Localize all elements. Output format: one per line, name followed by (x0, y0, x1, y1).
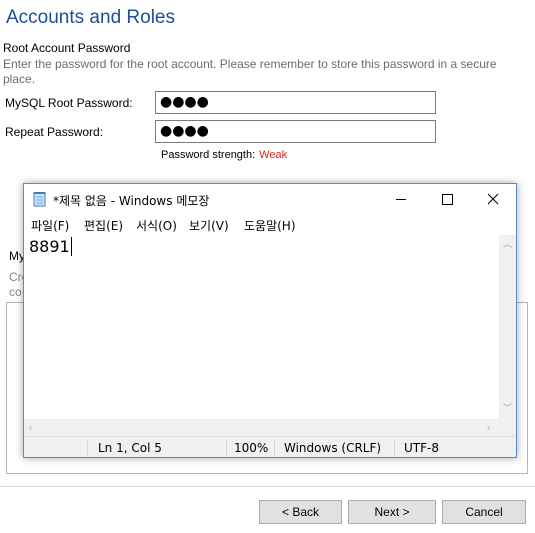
notepad-window: *제목 없음 - Windows 메모장 파일(F) 편집(E) 서식(O) 보… (23, 183, 517, 458)
menu-format[interactable]: 서식(O) (136, 217, 177, 234)
minimize-icon (396, 199, 406, 200)
repeat-password-field[interactable]: ●●●● (155, 120, 436, 143)
password-strength-value: Weak (259, 149, 288, 161)
scroll-left-icon[interactable]: ‹ (29, 423, 32, 432)
maximize-button[interactable] (424, 184, 470, 214)
menu-help[interactable]: 도움말(H) (244, 217, 296, 234)
password-strength: Password strength: Weak (161, 149, 287, 161)
notepad-titlebar[interactable]: *제목 없음 - Windows 메모장 (24, 184, 516, 214)
menu-view[interactable]: 보기(V) (189, 217, 229, 234)
maximize-icon (442, 194, 453, 205)
status-separator (87, 440, 88, 456)
menu-edit[interactable]: 편집(E) (84, 217, 123, 234)
status-separator (274, 440, 275, 456)
obscured-text-2: co (9, 285, 22, 299)
horizontal-scrollbar[interactable]: ‹ › (24, 419, 499, 436)
cancel-button[interactable]: Cancel (442, 500, 526, 524)
next-button[interactable]: Next > (348, 500, 436, 524)
status-position: Ln 1, Col 5 (98, 441, 162, 455)
notepad-title: *제목 없음 - Windows 메모장 (53, 194, 210, 208)
status-encoding: UTF-8 (404, 441, 439, 455)
scrollbar-corner (499, 419, 516, 436)
text-caret (70, 237, 72, 256)
password-strength-label: Password strength: (161, 149, 256, 161)
section-description: Enter the password for the root account.… (3, 57, 497, 86)
notepad-menubar: 파일(F) 편집(E) 서식(O) 보기(V) 도움말(H) (24, 214, 516, 235)
status-separator (226, 440, 227, 456)
scroll-down-icon[interactable]: ﹀ (503, 404, 512, 413)
repeat-password-label: Repeat Password: (5, 125, 104, 139)
section-heading: Root Account Password (3, 41, 131, 55)
vertical-scrollbar[interactable]: ︿ ﹀ (499, 235, 516, 419)
text-content-wrapper: 8891 (29, 237, 72, 256)
notepad-text-area[interactable]: 8891 (24, 235, 499, 419)
status-zoom: 100% (234, 441, 269, 455)
page-title: Accounts and Roles (6, 7, 175, 28)
close-icon (487, 193, 499, 205)
menu-file[interactable]: 파일(F) (31, 217, 69, 234)
root-password-field[interactable]: ●●●● (155, 91, 436, 114)
text-content: 8891 (29, 237, 70, 256)
notepad-statusbar: Ln 1, Col 5 100% Windows (CRLF) UTF-8 (24, 436, 516, 457)
close-button[interactable] (470, 184, 516, 214)
minimize-button[interactable] (378, 184, 424, 214)
status-separator (394, 440, 395, 456)
back-button[interactable]: < Back (259, 500, 342, 524)
notepad-icon (33, 192, 46, 207)
scroll-up-icon[interactable]: ︿ (503, 240, 512, 249)
status-line-ending: Windows (CRLF) (284, 441, 382, 455)
root-password-label: MySQL Root Password: (5, 96, 133, 110)
scroll-right-icon[interactable]: › (487, 423, 490, 432)
